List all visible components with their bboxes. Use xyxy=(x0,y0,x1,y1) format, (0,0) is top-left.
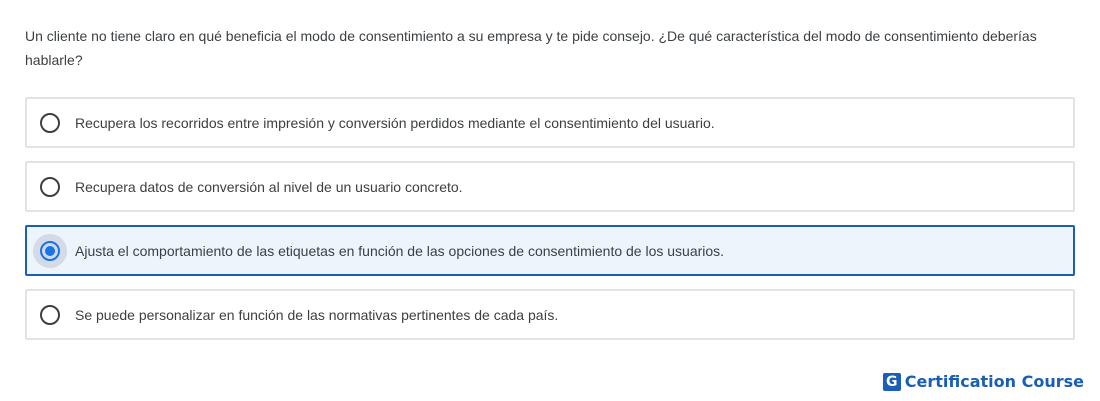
brand-logo-icon: G xyxy=(882,372,901,391)
answer-option-label: Recupera los recorridos entre impresión … xyxy=(75,114,715,131)
radio-button-2[interactable] xyxy=(40,176,60,197)
radio-wrap xyxy=(33,233,67,268)
answer-option-label: Se puede personalizar en función de las … xyxy=(75,306,559,323)
quiz-page: Un cliente no tiene claro en qué benefic… xyxy=(0,0,1100,401)
answer-option-4[interactable]: Se puede personalizar en función de las … xyxy=(25,289,1075,340)
answer-option-2[interactable]: Recupera datos de conversión al nivel de… xyxy=(25,161,1075,212)
answer-options: Recupera los recorridos entre impresión … xyxy=(25,97,1075,353)
radio-button-1[interactable] xyxy=(40,112,60,133)
question-text: Un cliente no tiene claro en qué benefic… xyxy=(25,28,1037,68)
radio-wrap xyxy=(33,106,67,140)
answer-option-3[interactable]: Ajusta el comportamiento de las etiqueta… xyxy=(25,225,1075,276)
answer-option-label: Ajusta el comportamiento de las etiqueta… xyxy=(75,242,725,259)
answer-option-label: Recupera datos de conversión al nivel de… xyxy=(75,178,463,195)
radio-button-3[interactable] xyxy=(40,240,60,261)
radio-button-4[interactable] xyxy=(40,304,60,325)
radio-wrap xyxy=(33,298,67,332)
answer-option-1[interactable]: Recupera los recorridos entre impresión … xyxy=(25,97,1075,148)
brand-watermark: G Certification Course xyxy=(882,372,1084,391)
brand-text: Certification Course xyxy=(904,372,1084,391)
radio-selected-dot xyxy=(45,245,55,256)
radio-wrap xyxy=(33,170,67,204)
